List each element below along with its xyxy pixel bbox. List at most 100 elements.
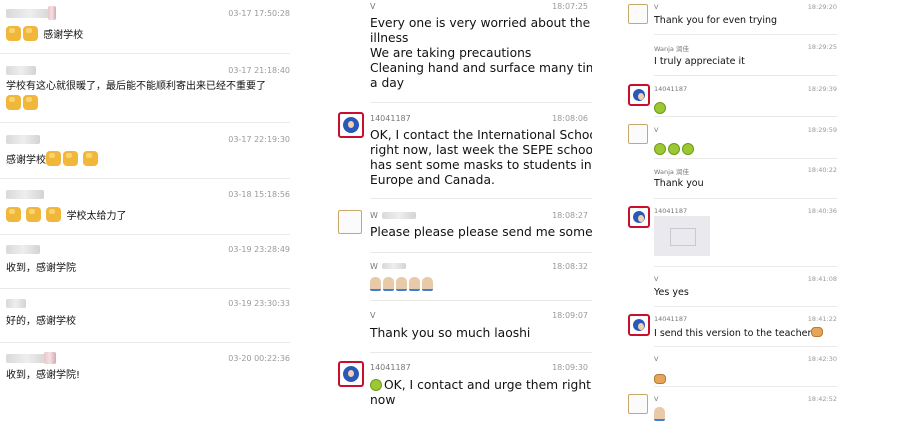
message-time: 18:07:25 xyxy=(552,2,588,11)
divider xyxy=(370,300,592,301)
message-time: 03-20 00:22:36 xyxy=(228,354,290,363)
message-text: OK, I contact the International School r… xyxy=(370,128,592,187)
blurred-name xyxy=(382,263,406,269)
chat-column-middle: V 18:07:25 Every one is very worried abo… xyxy=(332,0,592,424)
blurred-name xyxy=(6,66,36,75)
sender-name: V xyxy=(654,3,659,11)
blurred-name xyxy=(6,354,48,363)
message-reactions xyxy=(654,138,696,157)
avatar[interactable] xyxy=(628,84,650,106)
smiley-face-icon xyxy=(654,102,666,114)
thumbs-up-icon xyxy=(26,207,42,222)
avatar[interactable] xyxy=(628,206,650,228)
divider xyxy=(0,234,290,235)
divider xyxy=(654,386,837,387)
message-time: 03-18 15:18:56 xyxy=(228,190,290,199)
message-time: 18:41:22 xyxy=(807,315,837,323)
cookie-icon xyxy=(654,374,666,384)
avatar[interactable] xyxy=(628,394,648,414)
thumbs-up-icon xyxy=(83,151,99,166)
praying-hands-icon xyxy=(383,277,394,291)
divider xyxy=(0,53,290,54)
message-time: 18:29:25 xyxy=(807,43,837,51)
praying-hands-icon xyxy=(654,407,665,421)
message-time: 18:40:22 xyxy=(807,166,837,174)
divider xyxy=(370,102,592,103)
sender-name: V xyxy=(370,2,376,11)
message-time: 18:09:30 xyxy=(552,363,588,372)
thumbs-up-icon xyxy=(46,151,61,166)
message-reactions xyxy=(654,368,666,387)
message-time: 03-19 23:28:49 xyxy=(228,245,290,254)
avatar[interactable] xyxy=(628,124,648,144)
message-text: Every one is very worried about the illn… xyxy=(370,16,592,90)
divider xyxy=(654,266,837,267)
sender-name: W xyxy=(370,211,378,220)
message-time: 18:42:30 xyxy=(807,355,837,363)
sender-name: 14041187 xyxy=(370,114,411,123)
thumbs-up-icon xyxy=(23,26,38,41)
message-text: 感谢学校 xyxy=(6,26,83,43)
blurred-name xyxy=(6,299,26,308)
divider xyxy=(370,352,592,353)
praying-hands-icon xyxy=(409,277,420,291)
sender-name: 14041187 xyxy=(654,207,688,215)
chat-column-left: 03-17 17:50:28 感谢学校 03-17 21:18:40 学校有这心… xyxy=(0,0,290,424)
sender-name: V xyxy=(654,395,659,403)
blurred-name xyxy=(6,9,54,18)
blurred-name xyxy=(6,245,40,254)
message-time: 18:08:32 xyxy=(552,262,588,271)
avatar[interactable] xyxy=(628,314,650,336)
message-time: 18:41:08 xyxy=(807,275,837,283)
smiley-face-icon xyxy=(668,143,680,155)
thumbs-up-icon xyxy=(23,95,38,110)
divider xyxy=(0,178,290,179)
divider xyxy=(654,75,837,76)
blurred-name xyxy=(44,352,56,364)
avatar[interactable] xyxy=(338,112,364,138)
sender-name: V xyxy=(654,355,659,363)
message-time: 03-17 22:19:30 xyxy=(228,135,290,144)
divider xyxy=(654,34,837,35)
blurred-name xyxy=(6,190,44,199)
divider xyxy=(654,158,837,159)
thumbs-up-icon xyxy=(46,207,62,222)
divider xyxy=(654,346,837,347)
message-text: Please please please send me some xyxy=(370,225,592,239)
divider xyxy=(654,306,837,307)
sender-name: V xyxy=(654,126,659,134)
thumbs-up-icon xyxy=(6,95,21,110)
smiley-face-icon xyxy=(682,143,694,155)
avatar[interactable] xyxy=(628,4,648,24)
message-time: 18:08:27 xyxy=(552,211,588,220)
message-text: I send this version to the teacher xyxy=(654,327,824,340)
message-time: 18:42:52 xyxy=(807,395,837,403)
message-time: 18:09:07 xyxy=(552,311,588,320)
sender-name: 14041187 xyxy=(370,363,411,372)
divider xyxy=(0,342,290,343)
divider xyxy=(0,288,290,289)
message-time: 03-17 17:50:28 xyxy=(228,9,290,18)
avatar[interactable] xyxy=(338,210,362,234)
message-reactions xyxy=(654,406,667,424)
sender-name: W xyxy=(370,262,378,271)
message-time: 18:40:36 xyxy=(807,207,837,215)
blurred-name xyxy=(48,6,56,20)
divider xyxy=(370,198,592,199)
praying-hands-icon xyxy=(422,277,433,291)
message-text: 学校太给力了 xyxy=(6,207,127,224)
message-text: OK, I contact and urge them right now xyxy=(370,378,591,407)
message-time: 18:08:06 xyxy=(552,114,588,123)
smiley-face-icon xyxy=(370,379,382,391)
message-text: 收到，感谢学院 xyxy=(6,263,76,274)
sender-name: Wanja 润佳 xyxy=(654,168,689,176)
divider xyxy=(370,252,592,253)
image-placeholder-icon xyxy=(670,228,696,246)
image-attachment[interactable] xyxy=(654,216,710,256)
thumbs-up-icon xyxy=(63,151,78,166)
avatar[interactable] xyxy=(338,361,364,387)
message-time: 03-17 21:18:40 xyxy=(228,66,290,75)
smiley-face-icon xyxy=(654,143,666,155)
message-text: I truly appreciate it xyxy=(654,56,745,67)
sender-name: V xyxy=(654,275,659,283)
